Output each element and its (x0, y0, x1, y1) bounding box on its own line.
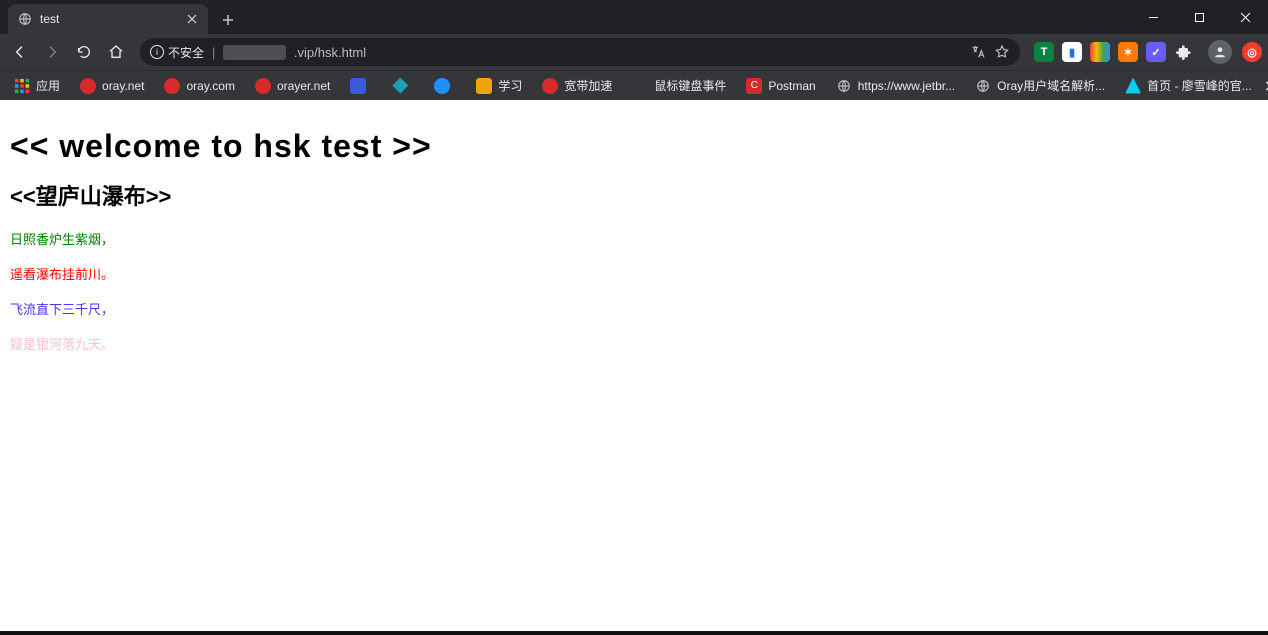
separator: | (212, 45, 215, 60)
apps-button[interactable]: 应用 (6, 73, 68, 98)
poem-line: 飞流直下三千尺， (10, 299, 1258, 318)
info-icon: i (150, 45, 164, 59)
favicon-icon (1125, 78, 1141, 94)
extension-icon[interactable]: ✓ (1146, 42, 1166, 62)
favicon-icon (632, 78, 648, 94)
folder-icon (476, 78, 492, 94)
favicon-icon (392, 78, 408, 94)
translate-icon[interactable] (970, 44, 986, 60)
address-bar[interactable]: i 不安全 | xxxxxxxxx .vip/hsk.html (140, 38, 1020, 66)
browser-tab[interactable]: test (8, 4, 208, 34)
bookmark-label: oray.com (186, 79, 234, 93)
tab-strip: test (0, 0, 1268, 34)
page-subheading: <<望庐山瀑布>> (10, 179, 1258, 211)
bookmark-item[interactable] (384, 74, 422, 98)
bookmark-item[interactable]: 学习 (468, 73, 530, 98)
favicon-icon (255, 78, 271, 94)
profile-button[interactable] (1208, 40, 1232, 64)
tab-title: test (40, 12, 178, 26)
bookmark-item[interactable] (426, 74, 464, 98)
favicon-icon (542, 78, 558, 94)
bookmark-label: Oray用户域名解析... (997, 77, 1105, 94)
extension-icon[interactable]: T (1034, 42, 1054, 62)
home-button[interactable] (102, 38, 130, 66)
security-status[interactable]: i 不安全 (150, 44, 204, 61)
bookmarks-bar: 应用 oray.net oray.com orayer.net 学习 宽带加速 … (0, 70, 1268, 100)
globe-icon (836, 78, 852, 94)
page-content: << welcome to hsk test >> <<望庐山瀑布>> 日照香炉… (0, 100, 1268, 631)
bookmark-item[interactable]: Oray用户域名解析... (967, 73, 1113, 98)
globe-icon (975, 78, 991, 94)
bookmark-item[interactable]: C Postman (738, 74, 823, 98)
apps-label: 应用 (36, 77, 60, 94)
bookmark-label: oray.net (102, 79, 144, 93)
star-icon[interactable] (994, 44, 1010, 60)
favicon-icon (434, 78, 450, 94)
toolbar: i 不安全 | xxxxxxxxx .vip/hsk.html T ▮ ✶ ✓ ◎ (0, 34, 1268, 70)
favicon-icon (350, 78, 366, 94)
window-controls (1130, 0, 1268, 34)
favicon-icon: C (746, 78, 762, 94)
maximize-button[interactable] (1176, 0, 1222, 34)
bookmark-item[interactable]: 鼠标键盘事件 (624, 73, 734, 98)
bookmark-item[interactable]: oray.com (156, 74, 242, 98)
bookmark-label: 首页 - 廖雪峰的官... (1147, 77, 1252, 94)
url-host-obscured: xxxxxxxxx (223, 45, 286, 60)
bookmark-label: 宽带加速 (564, 77, 612, 94)
forward-button[interactable] (38, 38, 66, 66)
reload-button[interactable] (70, 38, 98, 66)
url-path: .vip/hsk.html (294, 45, 366, 60)
bookmarks-overflow-button[interactable] (1264, 79, 1268, 93)
extension-icon[interactable]: ▮ (1062, 42, 1082, 62)
back-button[interactable] (6, 38, 34, 66)
poem-line: 遥看瀑布挂前川。 (10, 264, 1258, 283)
bottom-border (0, 631, 1268, 635)
favicon-icon (164, 78, 180, 94)
bookmark-item[interactable]: orayer.net (247, 74, 338, 98)
page-heading: << welcome to hsk test >> (10, 128, 1258, 165)
bookmark-item[interactable]: https://www.jetbr... (828, 74, 963, 98)
security-label: 不安全 (168, 44, 204, 61)
window-close-button[interactable] (1222, 0, 1268, 34)
bookmark-item[interactable]: oray.net (72, 74, 152, 98)
apps-icon (14, 78, 30, 94)
bookmark-label: Postman (768, 79, 815, 93)
bookmark-label: 鼠标键盘事件 (654, 77, 726, 94)
poem-line: 疑是银河落九天。 (10, 334, 1258, 353)
close-tab-button[interactable] (186, 13, 198, 25)
new-tab-button[interactable] (214, 6, 242, 34)
bookmark-item[interactable] (342, 74, 380, 98)
bookmark-label: 学习 (498, 77, 522, 94)
extensions-area: T ▮ ✶ ✓ (1030, 42, 1198, 62)
extension-icon[interactable]: ◎ (1242, 42, 1262, 62)
bookmark-item[interactable]: 宽带加速 (534, 73, 620, 98)
extension-icon[interactable]: ✶ (1118, 42, 1138, 62)
poem-line: 日照香炉生紫烟， (10, 229, 1258, 248)
bookmark-item[interactable]: 首页 - 廖雪峰的官... (1117, 73, 1260, 98)
bookmark-label: https://www.jetbr... (858, 79, 955, 93)
globe-icon (18, 12, 32, 26)
extensions-menu-icon[interactable] (1174, 42, 1194, 62)
minimize-button[interactable] (1130, 0, 1176, 34)
favicon-icon (80, 78, 96, 94)
extension-icon[interactable] (1090, 42, 1110, 62)
bookmark-label: orayer.net (277, 79, 330, 93)
